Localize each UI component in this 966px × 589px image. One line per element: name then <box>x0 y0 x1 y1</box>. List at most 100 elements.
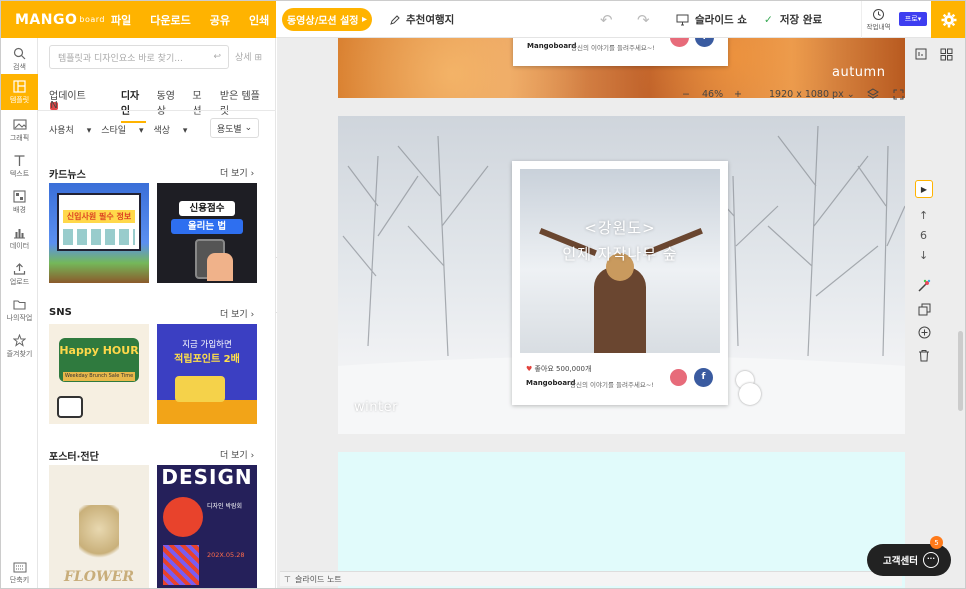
chat-icon: ··· <box>923 552 939 568</box>
monitor-icon <box>676 14 689 25</box>
zoom-out-button[interactable]: − <box>682 85 690 103</box>
zoom-value[interactable]: 46% <box>702 85 723 103</box>
thumbnail-grid-icon[interactable] <box>940 48 953 64</box>
redo-icon[interactable]: ↷ <box>637 1 650 38</box>
template-thumb[interactable]: 신입사원 필수 정보 <box>49 183 149 283</box>
add-page-icon[interactable] <box>918 326 931 342</box>
top-menu: 파일 다운로드 공유 인쇄 <box>111 1 288 38</box>
layers-icon[interactable] <box>867 85 879 103</box>
logo[interactable]: MANGO board <box>1 1 111 38</box>
clock-icon <box>873 9 884 20</box>
app-window: MANGO board 파일 다운로드 공유 인쇄 동영상/모션 설정 ▸ 추천여… <box>0 0 966 589</box>
instagram-icon <box>670 38 689 47</box>
canvas-size-select[interactable]: 1920 x 1080 px ⌄ <box>769 85 855 103</box>
tab-design[interactable]: 디자인 <box>120 87 146 123</box>
section-title-poster: 포스터·전단 <box>49 452 99 463</box>
grid-view-icon[interactable] <box>915 48 927 63</box>
arrow-up-icon[interactable]: ↑ <box>919 209 928 222</box>
folder-icon <box>13 299 26 310</box>
recommend-button[interactable]: 추천여행지 <box>389 1 454 38</box>
search-icon <box>13 47 26 59</box>
template-thumb[interactable]: DESIGN 디자인 박람회 202X.05.28 <box>157 465 257 588</box>
social-card[interactable]: Mangoboard 당신의 이야기를 들려주세요~! f <box>513 38 728 66</box>
filter-row: 사용처 ▾ 스타일 ▾ 색상 ▾ <box>49 123 197 136</box>
customer-center-button[interactable]: 고객센터 ··· <box>867 544 951 576</box>
menu-file[interactable]: 파일 <box>111 12 131 28</box>
sidebar-item-template[interactable]: 템플릿 <box>1 74 38 110</box>
slide-winter[interactable]: <강원도> 인제 자작나무 숲 ♥ 좋아요 500,000개 Mangoboar… <box>338 116 905 434</box>
check-icon: ✓ <box>764 13 773 26</box>
star-icon <box>13 333 26 347</box>
vertical-scrollbar[interactable] <box>958 331 963 411</box>
keyboard-icon <box>13 562 26 572</box>
settings-button[interactable] <box>931 1 965 38</box>
section-title-sns: SNS <box>49 307 72 318</box>
sidebar-item-search[interactable]: 검색 <box>1 41 38 77</box>
divider <box>38 110 276 111</box>
template-search-input[interactable]: 템플릿과 디자인요소 바로 찾기... ↩ <box>49 45 229 69</box>
tab-update[interactable]: 업데이트N <box>49 87 110 123</box>
template-thumb[interactable]: 지금 가입하면 적립포인트 2배 <box>157 324 257 424</box>
facebook-icon: f <box>695 38 714 47</box>
sidebar-item-graphic[interactable]: 그래픽 <box>1 112 38 148</box>
sidebar-item-my-work[interactable]: 나의작업 <box>1 292 38 328</box>
template-panel: 템플릿과 디자인요소 바로 찾기... ↩ 상세 ⊞ 업데이트N 디자인 동영상… <box>38 38 276 588</box>
social-card[interactable]: <강원도> 인제 자작나무 숲 ♥ 좋아요 500,000개 Mangoboar… <box>512 161 728 405</box>
sidebar-item-favorites[interactable]: 즐겨찾기 <box>1 328 38 364</box>
trash-icon[interactable] <box>918 349 930 365</box>
tab-motion[interactable]: 모션 <box>192 87 209 123</box>
undo-icon[interactable]: ↶ <box>600 1 613 38</box>
arrow-down-icon[interactable]: ↓ <box>919 249 928 262</box>
color-magic-icon[interactable] <box>917 279 931 296</box>
sidebar-item-background[interactable]: 배경 <box>1 184 38 220</box>
pro-badge[interactable]: 프로 ▾ <box>899 12 927 26</box>
template-icon <box>13 79 26 93</box>
new-badge: N <box>50 100 58 111</box>
sidebar-item-text[interactable]: 텍스트 <box>1 148 38 184</box>
slideshow-button[interactable]: 슬라이드 쇼 <box>676 1 747 38</box>
note-icon: ⊤ <box>284 574 291 584</box>
menu-share[interactable]: 공유 <box>210 12 230 28</box>
slide-note-bar[interactable]: ⊤ 슬라이드 노트 <box>280 571 902 586</box>
zoom-in-button[interactable]: + <box>734 85 742 103</box>
canvas-area: Mangoboard 당신의 이야기를 들려주세요~! f autumn − 4… <box>277 38 965 588</box>
filter-style[interactable]: 스타일 ▾ <box>101 123 143 136</box>
photo-girl-in-snow: <강원도> 인제 자작나무 숲 <box>520 169 720 353</box>
notification-badge: 5 <box>930 536 943 549</box>
play-icon[interactable]: ▶ <box>915 180 933 198</box>
slide-empty[interactable] <box>338 452 905 588</box>
fit-screen-icon[interactable] <box>893 85 904 103</box>
detail-search-button[interactable]: 상세 ⊞ <box>235 50 262 63</box>
instagram-icon <box>669 368 688 387</box>
pencil-icon <box>390 14 400 25</box>
duplicate-icon[interactable] <box>918 303 931 319</box>
sidebar-item-shortcuts[interactable]: 단축키 <box>1 555 38 588</box>
save-status: ✓ 저장 완료 <box>764 13 823 27</box>
template-thumb[interactable]: 신용점수 올리는 법 <box>157 183 257 283</box>
gear-icon <box>941 12 957 27</box>
text-icon <box>14 154 25 166</box>
section-title-cardnews: 카드뉴스 <box>49 170 86 181</box>
menu-print[interactable]: 인쇄 <box>249 12 269 28</box>
bar-chart-icon <box>14 228 25 238</box>
history-button[interactable]: 작업내역 <box>861 1 895 38</box>
template-thumb[interactable]: Happy HOUR Weekday Brunch Sale Time <box>49 324 149 424</box>
upload-icon <box>13 262 26 275</box>
template-thumb[interactable]: FLOWER <box>49 465 149 588</box>
likes-count: ♥ 좋아요 500,000개 <box>526 365 592 373</box>
more-link-poster[interactable]: 더 보기 › <box>220 448 254 461</box>
image-icon <box>12 118 27 130</box>
more-link-cardnews[interactable]: 더 보기 › <box>220 166 254 179</box>
usage-select[interactable]: 용도별 ⌄ <box>210 118 259 138</box>
icon-sidebar: 검색 템플릿 그래픽 텍스트 배경 데이터 업로드 나의작업 즐겨찾기 단축키 <box>1 38 38 588</box>
filter-color[interactable]: 색상 ▾ <box>153 123 187 136</box>
plus-box-icon: ⊞ <box>254 53 262 63</box>
motion-settings-button[interactable]: 동영상/모션 설정 ▸ <box>282 8 372 31</box>
tab-video[interactable]: 동영상 <box>157 87 182 123</box>
filter-usage-place[interactable]: 사용처 ▾ <box>49 123 91 136</box>
sidebar-item-upload[interactable]: 업로드 <box>1 256 38 292</box>
menu-download[interactable]: 다운로드 <box>150 12 190 28</box>
heart-icon: ♥ <box>526 365 533 373</box>
sidebar-item-data[interactable]: 데이터 <box>1 220 38 256</box>
more-link-sns[interactable]: 더 보기 › <box>220 307 254 320</box>
